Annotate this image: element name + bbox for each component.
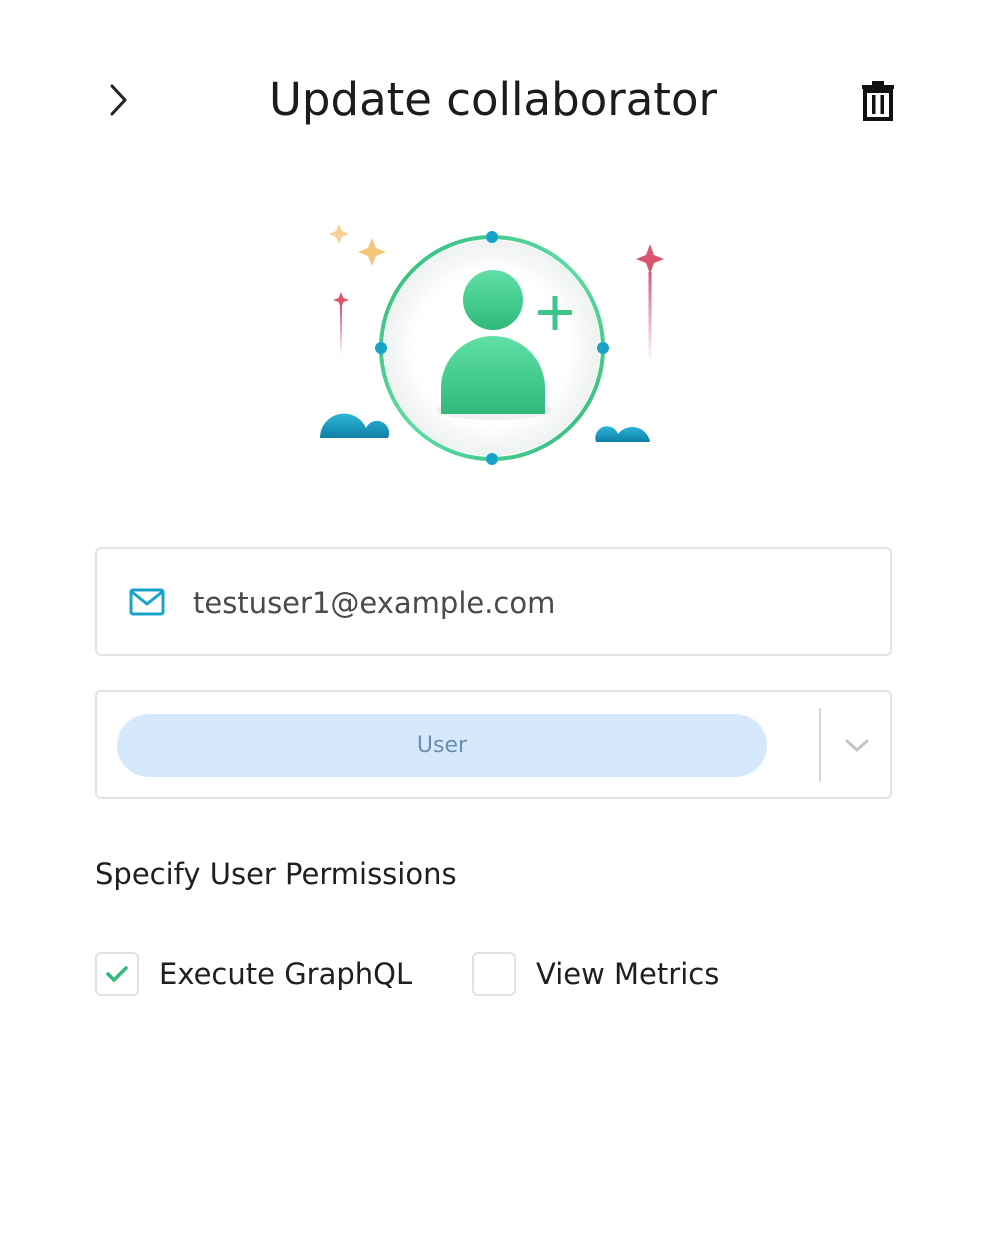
role-select[interactable]: User [95, 690, 892, 799]
mail-icon [129, 588, 165, 616]
email-field[interactable] [95, 547, 892, 656]
check-icon [106, 966, 128, 982]
role-dropdown-toggle[interactable] [837, 722, 877, 770]
checkbox-execute-graphql[interactable] [95, 952, 139, 996]
chevron-down-icon [845, 739, 869, 752]
delete-button[interactable] [856, 78, 900, 124]
add-user-icon [319, 224, 664, 465]
permission-execute-graphql[interactable]: Execute GraphQL [95, 950, 412, 998]
trash-icon [862, 81, 894, 121]
role-divider [819, 708, 821, 782]
checkbox-view-metrics[interactable] [472, 952, 516, 996]
page-title: Update collaborator [269, 73, 717, 126]
permissions-heading: Specify User Permissions [95, 857, 457, 891]
email-input[interactable] [193, 579, 853, 627]
permission-label: View Metrics [536, 957, 720, 991]
permission-view-metrics[interactable]: View Metrics [472, 950, 719, 998]
header: Update collaborator [0, 0, 986, 200]
permission-label: Execute GraphQL [159, 957, 413, 991]
role-chip-selected[interactable]: User [117, 714, 767, 777]
add-collaborator-illustration [300, 210, 680, 480]
